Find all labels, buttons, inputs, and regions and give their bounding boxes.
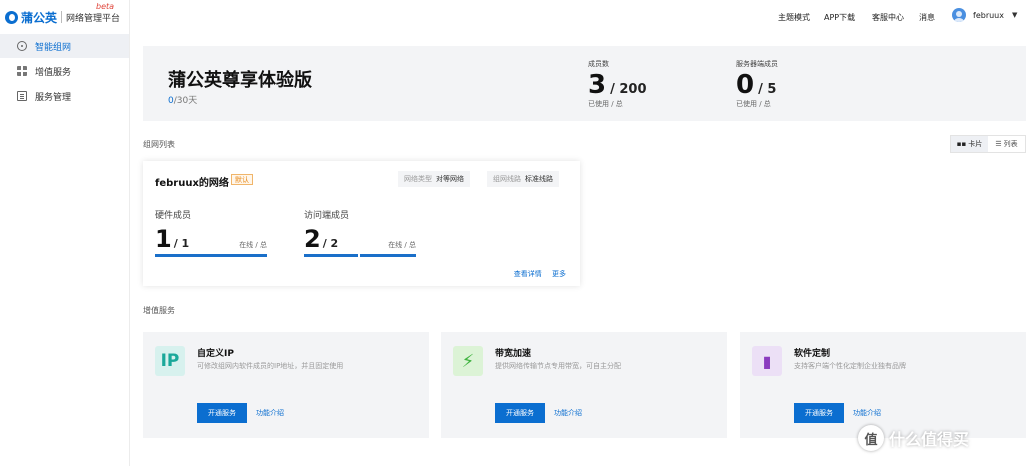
member-value: 1 [155,225,172,253]
customer-service-link[interactable]: 客服中心 [872,12,904,23]
plan-summary: 蒲公英尊享体验版 0/30天 成员数 3 / 200 已使用 / 总 服务器端成… [143,46,1026,121]
activate-service-button[interactable]: 开通服务 [495,403,545,423]
service-description: 可修改组网内软件成员的IP地址，并且固定使用 [197,362,344,370]
list-icon: ☰ [995,140,1002,148]
watermark: 值 什么值得买 [858,425,969,451]
member-label: 访问端成员 [304,211,350,221]
member-label: 硬件成员 [155,211,192,221]
network-icon [17,41,27,51]
stat-total: / 200 [610,82,647,97]
activate-service-button[interactable]: 开通服务 [197,403,247,423]
network-type-tag: 网络类型 对等网络 [398,171,470,187]
plan-title: 蒲公英尊享体验版 [168,70,312,91]
list-view-button[interactable]: ☰ 列表 [988,136,1025,152]
sidebar-item-label: 服务管理 [35,92,72,103]
beta-badge: beta [96,1,115,11]
tag-key: 网络类型 [404,175,432,183]
brand-subtitle: 网络管理平台 beta [66,2,121,24]
ip-icon: IP [155,346,185,376]
watermark-logo-icon: 值 [858,425,884,451]
brand-name: 蒲公英 [21,10,58,25]
card-view-label: 卡片 [968,140,983,148]
dandelion-logo-icon [5,10,18,24]
service-name: 自定义IP [197,349,234,359]
services-title: 增值服务 [143,306,175,315]
list-view-label: 列表 [1003,140,1018,148]
service-description: 支持客户端个性化定制企业独有品牌 [794,362,906,370]
app-download-link[interactable]: APP下载 [824,12,855,23]
package-icon: ▮ [752,346,782,376]
user-menu[interactable]: februux ▼ [952,8,1017,22]
days-total: /30天 [173,96,198,106]
sidebar: 蒲公英 网络管理平台 beta 智能组网 增值服务 服务管理 [0,0,130,466]
stat-label: 成员数 [588,60,609,68]
member-total: / 2 [322,237,339,250]
apps-grid-icon [17,66,27,76]
activate-service-button[interactable]: 开通服务 [794,403,844,423]
online-progress-bar [304,254,416,257]
stat-foot: 已使用 / 总 [588,100,623,108]
service-card-bandwidth: ⚡ 带宽加速 提供网络传输节点专用带宽，可自主分配 开通服务 功能介绍 [441,332,727,438]
member-value: 2 [304,225,321,253]
hardware-members: 硬件成员 1 / 1 在线 / 总 [155,208,267,257]
stat-value: 0 [736,70,755,100]
view-toggle: ▪▪ 卡片 ☰ 列表 [950,135,1026,153]
watermark-text: 什么值得买 [889,430,970,449]
tag-key: 组网线路 [493,175,521,183]
client-members: 访问端成员 2 / 2 在线 / 总 [304,208,416,257]
feature-intro-link[interactable]: 功能介绍 [256,408,284,418]
brand-logo[interactable]: 蒲公英 网络管理平台 beta [5,2,121,28]
online-progress-bar [155,254,267,257]
sidebar-item-value-added[interactable]: 增值服务 [0,59,129,83]
more-link[interactable]: 更多 [552,270,566,278]
network-list-title: 组网列表 [143,140,175,149]
grid-icon: ▪▪ [956,140,967,148]
sidebar-item-label: 增值服务 [35,67,72,78]
server-member-stat: 服务器端成员 0 / 5 已使用 / 总 [736,59,778,109]
service-description: 提供网络传输节点专用带宽，可自主分配 [495,362,621,370]
feature-intro-link[interactable]: 功能介绍 [554,408,582,418]
service-name: 软件定制 [794,349,831,359]
stat-foot: 已使用 / 总 [736,100,771,108]
brand-subtitle-text: 网络管理平台 [66,13,121,24]
network-name: februux的网络 [155,178,229,189]
network-card-links: 查看详情 更多 [506,269,566,279]
stat-total: / 5 [758,82,777,97]
stat-label: 服务器端成员 [736,60,778,68]
stat-value: 3 [588,70,607,100]
sidebar-item-service-management[interactable]: 服务管理 [0,84,129,108]
feature-intro-link[interactable]: 功能介绍 [853,408,881,418]
username: februux [973,10,1004,20]
document-icon [17,91,27,101]
member-status: 在线 / 总 [388,241,416,249]
service-card-custom-software: ▮ 软件定制 支持客户端个性化定制企业独有品牌 开通服务 功能介绍 [740,332,1026,438]
view-details-link[interactable]: 查看详情 [514,270,542,278]
tag-value: 对等网络 [436,175,464,183]
service-card-custom-ip: IP 自定义IP 可修改组网内软件成员的IP地址，并且固定使用 开通服务 功能介… [143,332,429,438]
network-line-tag: 组网线路 标准线路 [487,171,559,187]
card-view-button[interactable]: ▪▪ 卡片 [951,136,988,152]
sidebar-item-label: 智能组网 [35,42,72,53]
avatar [952,8,966,22]
logo-divider [61,11,63,23]
member-total: / 1 [173,237,190,250]
chevron-down-icon: ▼ [1011,11,1018,19]
lightning-icon: ⚡ [453,346,483,376]
sidebar-item-smart-network[interactable]: 智能组网 [0,34,129,58]
network-card[interactable]: februux的网络 默认 网络类型 对等网络 组网线路 标准线路 硬件成员 1… [143,161,580,286]
theme-mode-link[interactable]: 主题模式 [778,12,810,23]
service-name: 带宽加速 [495,349,532,359]
member-status: 在线 / 总 [239,241,267,249]
messages-link[interactable]: 消息 [919,12,935,23]
default-badge: 默认 [231,174,253,185]
member-count-stat: 成员数 3 / 200 已使用 / 总 [588,59,647,109]
tag-value: 标准线路 [525,175,553,183]
plan-days: 0/30天 [168,93,197,106]
